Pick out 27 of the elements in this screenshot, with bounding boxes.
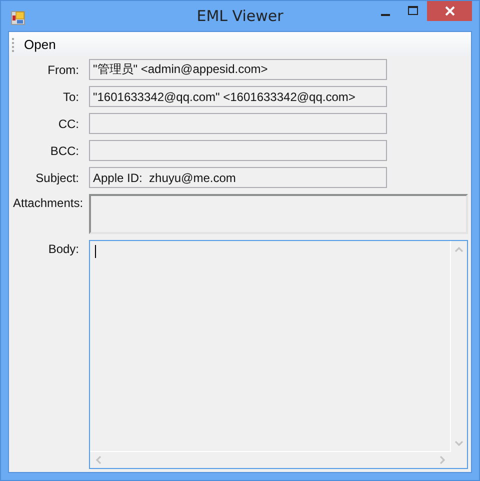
- field-label: BCC:: [49, 144, 79, 158]
- attachments-list[interactable]: [89, 194, 468, 234]
- text-field[interactable]: "管理员" <admin@appesid.com>: [89, 59, 387, 80]
- body-text-area[interactable]: [89, 240, 468, 469]
- scroll-down-icon: [455, 441, 463, 446]
- close-button[interactable]: [427, 1, 472, 21]
- grip-icon: [12, 36, 15, 52]
- app-icon: [11, 11, 25, 25]
- field-label: From:: [46, 62, 79, 76]
- scroll-left-icon: [96, 456, 101, 464]
- field-label: Subject:: [34, 170, 79, 184]
- menu-item[interactable]: Open: [20, 34, 60, 54]
- field-label: Attachments:: [13, 195, 84, 210]
- text-field[interactable]: Apple ID: zhuyu@me.com: [89, 167, 387, 188]
- scroll-up-icon: [455, 247, 463, 252]
- text-cursor: [95, 245, 96, 258]
- close-icon: [444, 6, 454, 16]
- field-label: Body:: [47, 241, 79, 256]
- text-field[interactable]: [89, 140, 387, 161]
- text-field[interactable]: [89, 113, 387, 134]
- window-title: EML Viewer: [196, 7, 284, 25]
- field-label: CC:: [57, 116, 79, 130]
- field-label: To:: [62, 90, 79, 104]
- minimize-icon: [380, 14, 390, 16]
- maximize-icon: [408, 6, 418, 16]
- scroll-right-icon: [440, 456, 445, 464]
- text-field[interactable]: "1601633342@qq.com" <1601633342@qq.com>: [89, 86, 387, 107]
